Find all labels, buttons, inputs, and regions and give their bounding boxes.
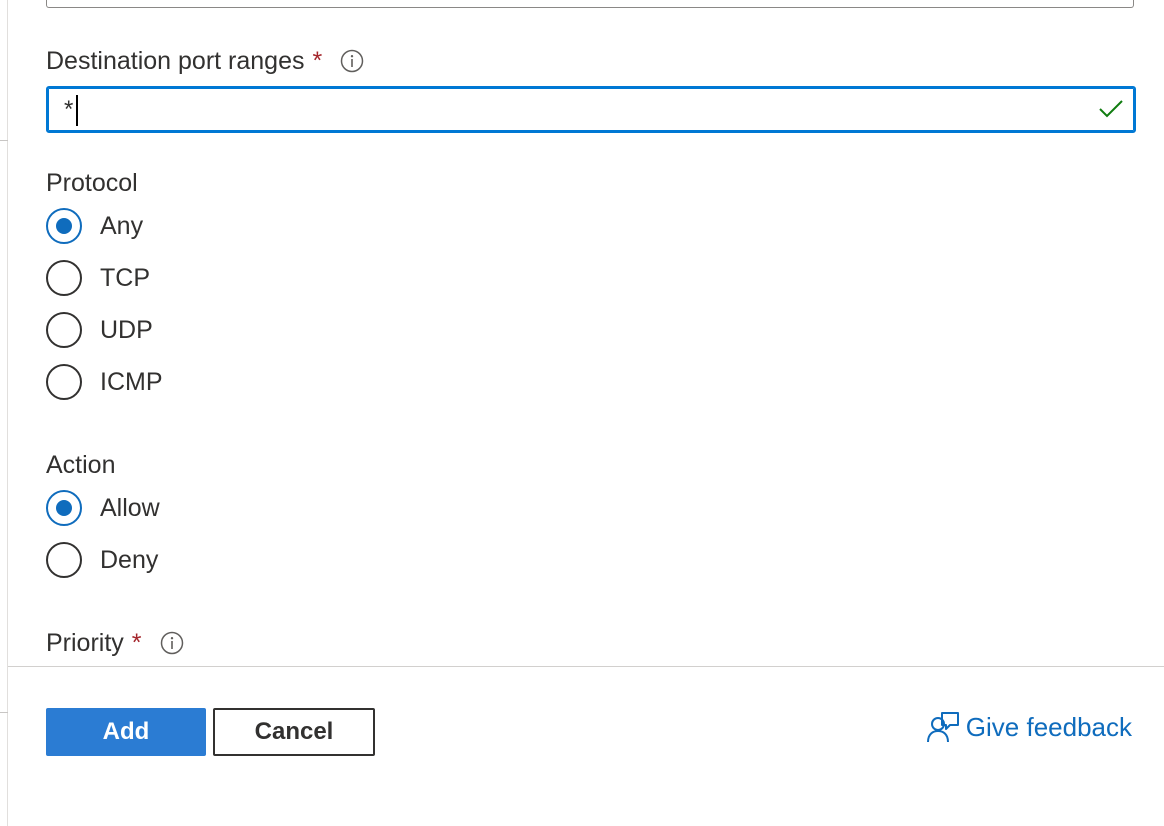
priority-label-text: Priority xyxy=(46,629,124,657)
protocol-option-any[interactable]: Any xyxy=(46,206,143,246)
protocol-option-icmp[interactable]: ICMP xyxy=(46,362,163,402)
priority-label: Priority * xyxy=(46,628,184,658)
previous-field-bottom-edge xyxy=(46,0,1134,8)
radio-label: Allow xyxy=(100,493,160,522)
feedback-person-icon xyxy=(926,712,959,743)
radio-label: Deny xyxy=(100,545,159,574)
radio-button[interactable] xyxy=(46,260,82,296)
destination-port-ranges-label-text: Destination port ranges xyxy=(46,47,305,75)
checkmark-icon xyxy=(1099,100,1123,118)
text-caret xyxy=(76,95,78,126)
action-option-allow[interactable]: Allow xyxy=(46,488,160,528)
radio-label: TCP xyxy=(100,263,150,292)
radio-label: ICMP xyxy=(100,367,163,396)
add-button[interactable]: Add xyxy=(46,708,206,756)
panel-left-border xyxy=(7,0,8,826)
radio-button-selected[interactable] xyxy=(46,490,82,526)
background-divider xyxy=(0,712,8,713)
info-icon[interactable] xyxy=(160,631,184,655)
protocol-label: Protocol xyxy=(46,168,138,198)
info-icon[interactable] xyxy=(340,49,364,73)
required-indicator: * xyxy=(312,47,323,75)
destination-port-ranges-label: Destination port ranges * xyxy=(46,46,364,76)
action-option-deny[interactable]: Deny xyxy=(46,540,158,580)
destination-port-ranges-input[interactable]: * xyxy=(46,86,1136,133)
radio-button[interactable] xyxy=(46,364,82,400)
protocol-label-text: Protocol xyxy=(46,169,138,197)
radio-button[interactable] xyxy=(46,542,82,578)
destination-port-ranges-value[interactable]: * xyxy=(64,94,73,126)
add-inbound-rule-panel: Destination port ranges * * Protocol Any… xyxy=(0,0,1164,826)
radio-label: Any xyxy=(100,211,144,240)
cancel-button[interactable]: Cancel xyxy=(213,708,375,756)
protocol-option-tcp[interactable]: TCP xyxy=(46,258,150,298)
footer-divider xyxy=(8,666,1164,667)
action-label-text: Action xyxy=(46,451,116,479)
radio-button-selected[interactable] xyxy=(46,208,82,244)
background-divider xyxy=(0,140,8,141)
radio-label: UDP xyxy=(100,315,153,344)
give-feedback-label[interactable]: Give feedback xyxy=(966,712,1132,743)
radio-button[interactable] xyxy=(46,312,82,348)
protocol-option-udp[interactable]: UDP xyxy=(46,310,153,350)
required-indicator: * xyxy=(131,629,142,657)
give-feedback-link[interactable]: Give feedback xyxy=(926,710,1132,744)
action-label: Action xyxy=(46,450,115,480)
